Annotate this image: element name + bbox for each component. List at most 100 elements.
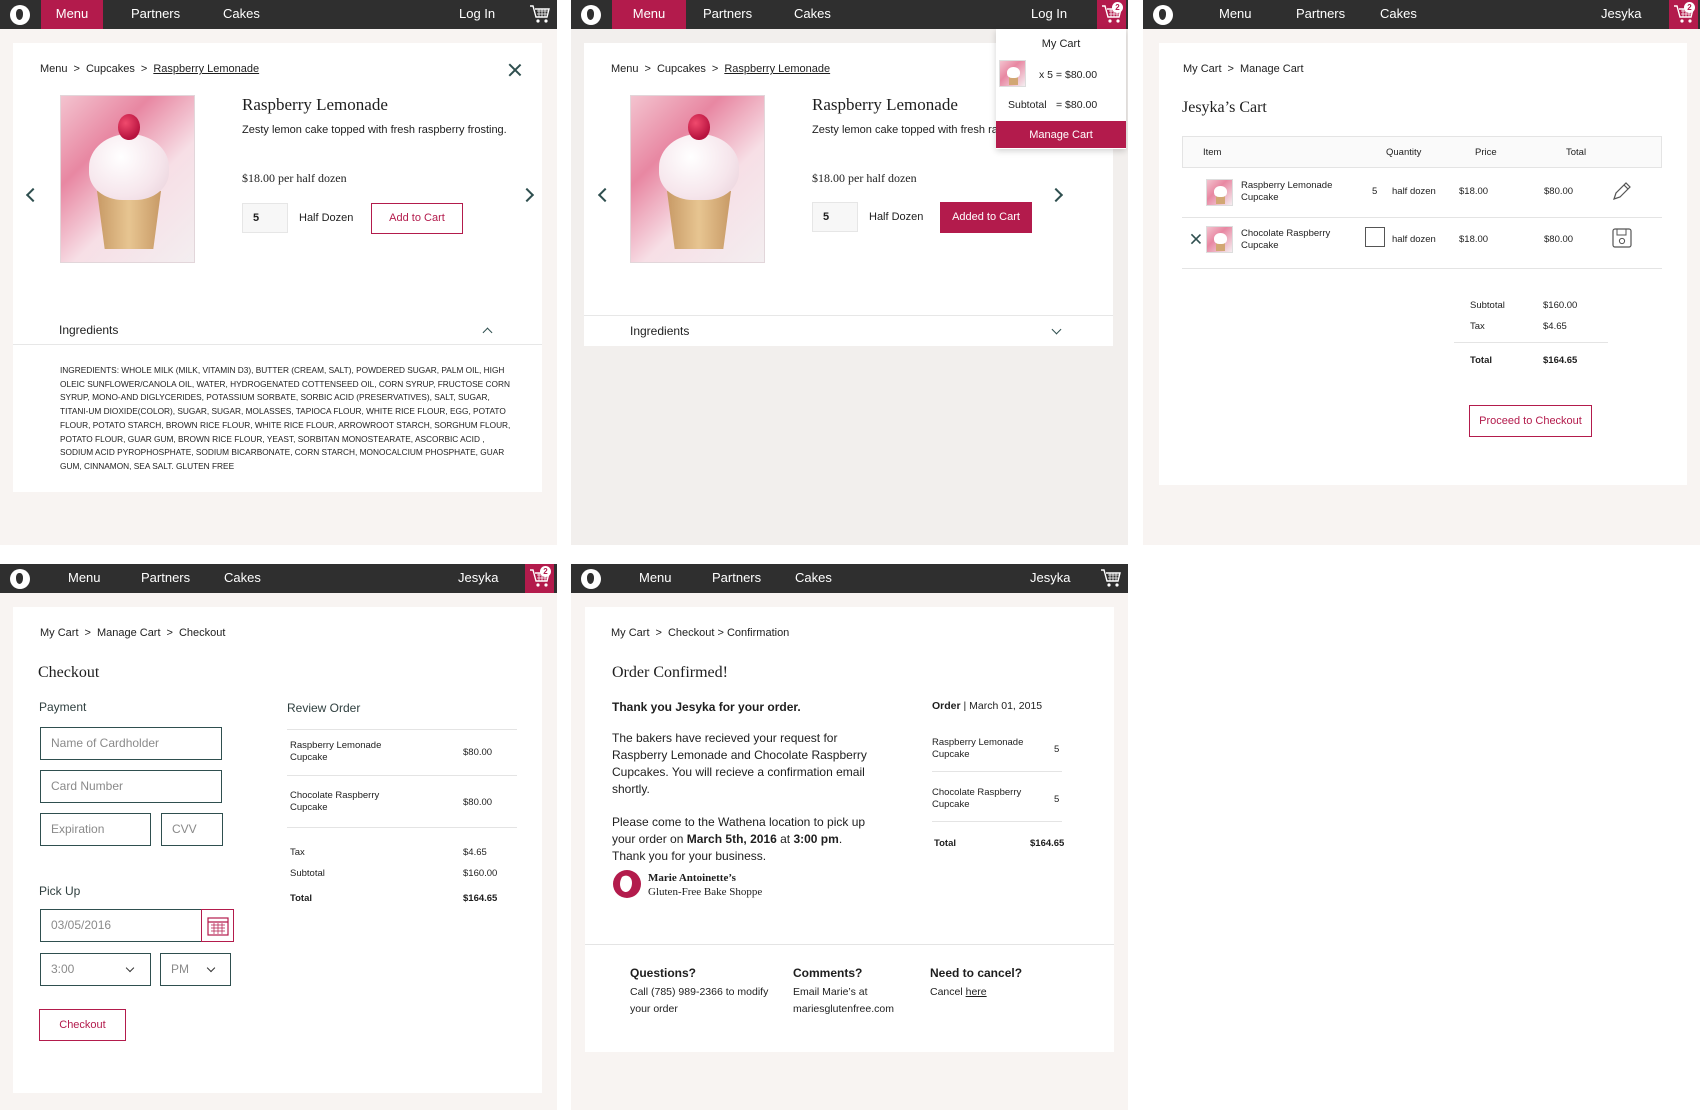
item-unit: half dozen: [1392, 186, 1436, 197]
order-divider: [932, 821, 1062, 822]
cart-icon[interactable]: [525, 0, 554, 29]
crumb-current[interactable]: Raspberry Lemonade: [153, 63, 259, 75]
card-number-input[interactable]: Card Number: [40, 770, 222, 803]
cancel-link[interactable]: here: [966, 986, 987, 998]
nav-menu[interactable]: Menu: [639, 564, 672, 593]
top-nav: Menu Partners Cakes Jesyka 2: [0, 564, 557, 593]
row-divider: [1182, 268, 1662, 269]
logo-icon[interactable]: [10, 5, 30, 25]
unit-label: Half Dozen: [299, 212, 354, 224]
nav-menu[interactable]: Menu: [68, 564, 101, 593]
top-nav: Menu Partners Cakes Log In 2: [571, 0, 1128, 29]
logo-icon[interactable]: [581, 569, 601, 589]
nav-menu[interactable]: Menu: [612, 0, 686, 29]
checkout-title: Checkout: [38, 664, 100, 681]
email-link[interactable]: mariesglutenfree.com: [793, 1001, 923, 1018]
crumb-current[interactable]: Raspberry Lemonade: [724, 63, 830, 75]
quantity-input[interactable]: [1365, 227, 1385, 247]
proceed-to-checkout-button[interactable]: Proceed to Checkout: [1469, 405, 1592, 437]
item-name: Raspberry Lemonade Cupcake: [1241, 180, 1333, 203]
quantity-input[interactable]: 5: [812, 202, 858, 232]
request-text: The bakers have recieved your request fo…: [612, 731, 867, 796]
close-icon[interactable]: [508, 63, 522, 77]
remove-icon[interactable]: [1190, 233, 1201, 244]
crumb-manage-cart[interactable]: Manage Cart: [97, 627, 161, 639]
pickup-date-input[interactable]: 03/05/2016: [40, 909, 203, 942]
nav-user[interactable]: Jesyka: [1601, 0, 1641, 29]
crumb-my-cart[interactable]: My Cart: [40, 627, 79, 639]
total-divider: [1454, 342, 1608, 343]
cart-icon[interactable]: [1096, 564, 1125, 593]
nav-user[interactable]: Jesyka: [458, 564, 498, 593]
nav-cakes[interactable]: Cakes: [1380, 0, 1417, 29]
nav-cakes[interactable]: Cakes: [224, 564, 261, 593]
add-to-cart-button[interactable]: Add to Cart: [371, 203, 463, 234]
nav-cakes[interactable]: Cakes: [795, 564, 832, 593]
pencil-icon[interactable]: [1611, 180, 1633, 202]
nav-cakes[interactable]: Cakes: [223, 0, 260, 29]
cardholder-name-input[interactable]: Name of Cardholder: [40, 727, 222, 760]
cvv-input[interactable]: CVV: [161, 813, 223, 846]
cart-icon[interactable]: 2: [1097, 0, 1126, 29]
mini-cart-line: x 5 = $80.00: [1039, 69, 1098, 81]
crumb-my-cart[interactable]: My Cart: [611, 627, 650, 639]
nav-login[interactable]: Log In: [1031, 0, 1067, 29]
nav-user[interactable]: Jesyka: [1030, 564, 1070, 593]
item-name: Chocolate Raspberry Cupcake: [1241, 228, 1331, 251]
nav-cakes[interactable]: Cakes: [794, 0, 831, 29]
cart-icon[interactable]: 2: [1669, 0, 1698, 29]
added-to-cart-button[interactable]: Added to Cart: [940, 202, 1032, 233]
crumb-menu[interactable]: Menu: [40, 63, 68, 75]
cart-icon[interactable]: 2: [525, 564, 554, 593]
nav-menu[interactable]: Menu: [41, 0, 103, 29]
expiration-input[interactable]: Expiration: [40, 813, 151, 846]
nav-partners[interactable]: Partners: [1296, 0, 1345, 29]
cart-count-badge: 2: [1112, 2, 1123, 13]
order-total-label: Total: [934, 838, 956, 849]
checkout-submit-button[interactable]: Checkout: [39, 1009, 126, 1041]
checkout-card: My Cart > Manage Cart > Checkout Checkout Pa…: [13, 607, 542, 1093]
chevron-down-icon: [1051, 324, 1062, 335]
crumb-menu[interactable]: Menu: [611, 63, 639, 75]
nav-partners[interactable]: Partners: [131, 0, 180, 29]
breadcrumb: My Cart > Manage Cart: [1183, 63, 1304, 75]
nav-menu[interactable]: Menu: [1219, 0, 1252, 29]
next-arrow-icon[interactable]: [1048, 187, 1064, 203]
nav-partners[interactable]: Partners: [141, 564, 190, 593]
crumb-cupcakes[interactable]: Cupcakes: [86, 63, 135, 75]
cart-count-badge: 2: [1684, 2, 1695, 13]
prev-arrow-icon[interactable]: [597, 187, 613, 203]
crumb-cupcakes[interactable]: Cupcakes: [657, 63, 706, 75]
next-arrow-icon[interactable]: [519, 187, 535, 203]
nav-partners[interactable]: Partners: [703, 0, 752, 29]
crumb-confirmation[interactable]: Checkout > Confirmation: [668, 627, 789, 639]
pickup-ampm-select[interactable]: PM: [160, 953, 231, 986]
order-item-qty: 5: [1054, 794, 1060, 805]
item-qty[interactable]: 5: [1372, 186, 1377, 198]
cart-table-header: Item Quantity Price Total: [1182, 136, 1662, 168]
prev-arrow-icon[interactable]: [25, 187, 41, 203]
ingredients-toggle[interactable]: Ingredients: [13, 315, 542, 345]
crumb-manage-cart[interactable]: Manage Cart: [1240, 63, 1304, 75]
order-item-qty: 5: [1054, 744, 1060, 755]
nav-login[interactable]: Log In: [459, 0, 495, 29]
logo-icon[interactable]: [581, 5, 601, 25]
nav-partners[interactable]: Partners: [712, 564, 761, 593]
row-divider: [1182, 217, 1662, 218]
header-quantity: Quantity: [1386, 147, 1422, 158]
save-icon[interactable]: [1611, 227, 1633, 249]
product-title: Raspberry Lemonade: [812, 95, 958, 114]
pickup-time-select[interactable]: 3:00: [40, 953, 151, 986]
quantity-input[interactable]: 5: [242, 203, 288, 233]
calendar-icon[interactable]: [201, 909, 234, 942]
ingredients-toggle[interactable]: Ingredients: [584, 315, 1113, 345]
logo-icon[interactable]: [10, 569, 30, 589]
crumb-my-cart[interactable]: My Cart: [1183, 63, 1222, 75]
crumb-checkout[interactable]: Checkout: [179, 627, 225, 639]
chevron-down-icon: [206, 963, 216, 973]
product-title: Raspberry Lemonade: [242, 95, 388, 114]
manage-cart-button[interactable]: Manage Cart: [996, 121, 1126, 148]
product-card: Menu > Cupcakes > Raspberry Lemonade Raspber…: [13, 43, 542, 492]
total-value: $164.65: [1543, 355, 1578, 366]
logo-icon[interactable]: [1153, 5, 1173, 25]
